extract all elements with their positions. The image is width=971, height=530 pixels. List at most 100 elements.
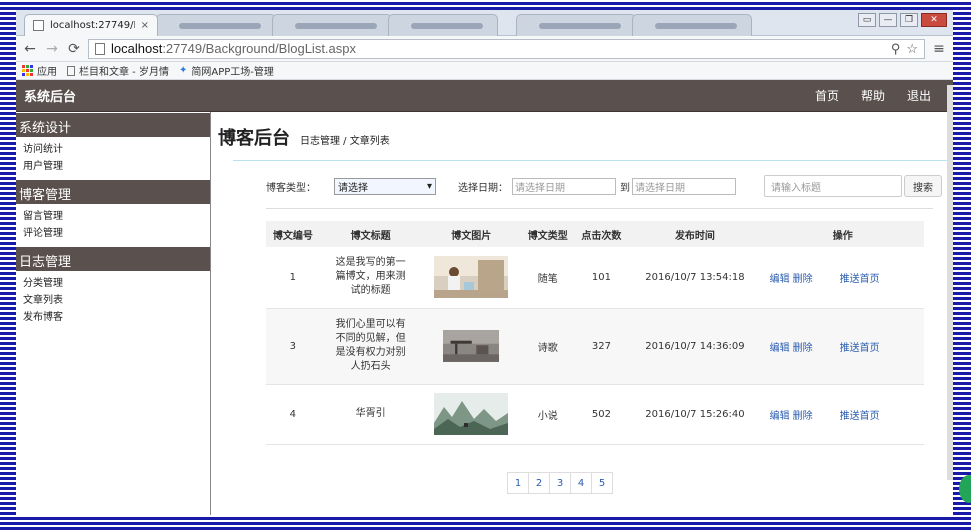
table-row: 1 这是我写的第一篇博文，用来测试的标题 随笔 101 2016/10/7 13… — [266, 247, 924, 309]
blog-type: 随笔 — [520, 247, 575, 309]
user-icon[interactable]: ▭ — [858, 13, 876, 27]
sidebar-item-articles[interactable]: 文章列表 — [16, 292, 210, 309]
delete-link[interactable]: 删除 — [793, 411, 813, 422]
page-button[interactable]: 3 — [549, 472, 571, 494]
filter-bar: 博客类型： 请选择 ▾ 选择日期： 请选择日期 到 请选择日期 请输入标题 搜索 — [266, 175, 953, 197]
blog-time: 2016/10/7 15:26:40 — [628, 384, 762, 445]
tab-inactive[interactable] — [388, 14, 498, 36]
date-end-input[interactable]: 请选择日期 — [632, 177, 736, 195]
delete-link[interactable]: 删除 — [793, 343, 813, 354]
maximize-button[interactable]: ❐ — [900, 13, 918, 27]
blog-id: 4 — [266, 384, 320, 445]
blog-thumbnail — [434, 393, 509, 435]
blog-id: 1 — [266, 247, 320, 309]
back-icon[interactable]: ← — [22, 41, 38, 57]
blog-type: 诗歌 — [520, 308, 575, 385]
page-button[interactable]: 5 — [591, 472, 613, 494]
floating-chat-icon[interactable] — [959, 475, 971, 503]
nav-help-link[interactable]: 帮助 — [861, 87, 885, 104]
date-start-input[interactable]: 请选择日期 — [512, 177, 616, 195]
bookmark-item[interactable]: ✦ 简网APP工场-管理 — [179, 63, 274, 78]
sidebar-item-categories[interactable]: 分类管理 — [16, 275, 210, 292]
type-select[interactable]: 请选择 ▾ — [334, 177, 436, 195]
dropdown-arrow-icon: ▾ — [426, 180, 432, 192]
column-header: 点击次数 — [574, 221, 629, 247]
divider — [233, 160, 953, 161]
to-label: 到 — [620, 182, 630, 194]
page-button[interactable]: 2 — [528, 472, 550, 494]
close-icon[interactable]: × — [141, 20, 149, 31]
page-icon — [67, 65, 75, 76]
blog-title: 这是我写的第一篇博文，用来测试的标题 — [335, 257, 406, 297]
title-search-input[interactable]: 请输入标题 — [764, 175, 902, 197]
blog-table: 博文编号 博文标题 博文图片 博文类型 点击次数 发布时间 操作 1 这是我写的… — [266, 221, 924, 445]
url-text: localhost:27749/Background/BlogList.aspx — [111, 41, 356, 56]
address-bar[interactable]: localhost:27749/Background/BlogList.aspx… — [88, 38, 925, 59]
extension-icon[interactable]: ⚲ — [891, 41, 901, 57]
sidebar-item-comments[interactable]: 评论管理 — [16, 225, 210, 242]
sidebar: 系统设计 访问统计 用户管理 博客管理 留言管理 评论管理 日志管理 分类管理 … — [16, 112, 211, 515]
reload-icon[interactable]: ⟳ — [66, 41, 82, 57]
bookmark-apps[interactable]: 应用 — [22, 63, 57, 78]
tab-inactive[interactable] — [156, 14, 276, 36]
tab-active[interactable]: localhost:27749/Backg × — [24, 14, 158, 36]
column-header: 博文图片 — [421, 221, 521, 247]
browser-toolbar: ← → ⟳ localhost:27749/Background/BlogLis… — [16, 36, 953, 62]
column-header: 博文类型 — [520, 221, 575, 247]
main-area: 系统设计 访问统计 用户管理 博客管理 留言管理 评论管理 日志管理 分类管理 … — [16, 112, 953, 515]
minimize-button[interactable]: — — [879, 13, 897, 27]
edit-link[interactable]: 编辑 — [770, 274, 790, 285]
header-nav: 首页 帮助 退出 — [815, 87, 931, 104]
column-header: 博文标题 — [319, 221, 422, 247]
sidebar-item-publish[interactable]: 发布博客 — [16, 309, 210, 326]
pagination: 1 2 3 4 5 — [507, 472, 613, 494]
page-icon — [33, 20, 44, 31]
browser-window: localhost:27749/Backg × ▭ — ❐ ✕ ← → ⟳ lo… — [16, 10, 953, 515]
sidebar-group-blog[interactable]: 博客管理 — [16, 180, 210, 204]
blog-time: 2016/10/7 14:36:09 — [628, 308, 762, 385]
sidebar-item-stats[interactable]: 访问统计 — [16, 141, 210, 158]
close-window-button[interactable]: ✕ — [921, 13, 947, 27]
sidebar-group-log[interactable]: 日志管理 — [16, 247, 210, 271]
push-home-link[interactable]: 推送首页 — [840, 343, 880, 354]
push-home-link[interactable]: 推送首页 — [840, 411, 880, 422]
content-panel: 博客后台 日志管理 / 文章列表 博客类型： 请选择 ▾ 选择日期： 请选择日期… — [211, 112, 953, 515]
delete-link[interactable]: 删除 — [793, 274, 813, 285]
page-button[interactable]: 1 — [507, 472, 529, 494]
tab-inactive[interactable] — [516, 14, 636, 36]
forward-icon[interactable]: → — [44, 41, 60, 57]
column-header: 博文编号 — [266, 221, 320, 247]
table-row: 3 我们心里可以有不同的见解，但是没有权力对别人扔石头 诗歌 327 2016/… — [266, 308, 924, 385]
tab-inactive[interactable] — [632, 14, 752, 36]
blog-title: 我们心里可以有不同的见解，但是没有权力对别人扔石头 — [335, 319, 406, 372]
sidebar-item-users[interactable]: 用户管理 — [16, 158, 210, 175]
push-home-link[interactable]: 推送首页 — [840, 274, 880, 285]
blog-clicks: 327 — [574, 308, 629, 385]
date-label: 选择日期： — [458, 182, 508, 194]
sidebar-item-messages[interactable]: 留言管理 — [16, 208, 210, 225]
tab-inactive[interactable] — [272, 14, 392, 36]
search-button[interactable]: 搜索 — [904, 175, 942, 197]
star-icon[interactable]: ☆ — [906, 41, 918, 57]
table-row: 4 华胥引 小说 502 2016/10/7 15:26:40 编辑 删除 推送… — [266, 384, 924, 445]
apps-icon — [22, 65, 33, 76]
bookmark-item[interactable]: 栏目和文章 - 岁月情 — [67, 63, 169, 78]
blog-thumbnail — [443, 330, 500, 362]
blog-clicks: 502 — [574, 384, 629, 445]
page-button[interactable]: 4 — [570, 472, 592, 494]
menu-icon[interactable]: ≡ — [931, 41, 947, 57]
divider — [266, 208, 933, 209]
window-controls: ▭ — ❐ ✕ — [858, 13, 947, 27]
tab-strip: localhost:27749/Backg × ▭ — ❐ ✕ — [16, 10, 953, 36]
edit-link[interactable]: 编辑 — [770, 411, 790, 422]
edit-link[interactable]: 编辑 — [770, 343, 790, 354]
app-title: 系统后台 — [24, 90, 77, 105]
blog-time: 2016/10/7 13:54:18 — [628, 247, 762, 309]
nav-logout-link[interactable]: 退出 — [907, 87, 931, 104]
nav-home-link[interactable]: 首页 — [815, 87, 839, 104]
bookmark-site-icon: ✦ — [178, 65, 188, 76]
scrollbar[interactable] — [947, 85, 953, 480]
tab-title: localhost:27749/Backg — [50, 20, 135, 31]
sidebar-group-system[interactable]: 系统设计 — [16, 113, 210, 137]
type-label: 博客类型： — [266, 182, 316, 194]
